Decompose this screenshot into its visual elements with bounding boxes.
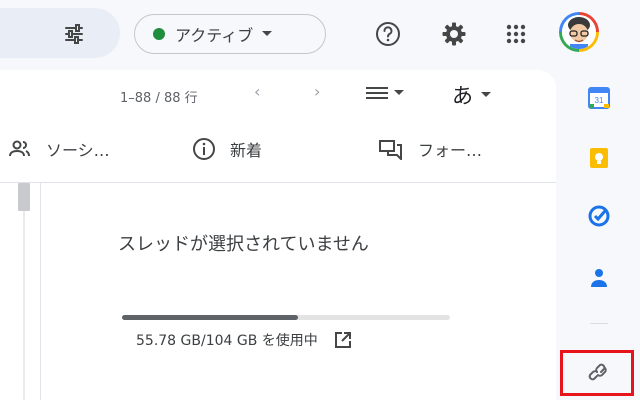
tab-forums-label: フォー… — [418, 141, 483, 160]
split-pane-toggle[interactable] — [366, 86, 404, 100]
tab-updates[interactable]: 新着 — [192, 137, 262, 161]
newer-button[interactable]: › — [314, 82, 320, 101]
calendar-day: 31 — [595, 96, 604, 105]
forum-icon — [379, 140, 402, 160]
tab-social-label: ソーシ… — [46, 141, 110, 160]
contacts-app-button[interactable] — [584, 263, 614, 293]
no-thread-selected-message: スレッドが選択されていません — [118, 234, 369, 255]
split-pane-icon — [366, 87, 388, 99]
storage-usage-label: 55.78 GB/104 GB を使用中 — [136, 333, 318, 349]
account-avatar[interactable] — [559, 12, 599, 52]
status-label: アクティブ — [175, 26, 254, 45]
tabs-divider — [0, 182, 556, 183]
help-button[interactable] — [370, 16, 406, 52]
chevron-down-icon — [262, 31, 273, 36]
tab-social[interactable]: ソーシ… — [8, 137, 110, 161]
chevron-down-icon — [394, 90, 404, 95]
scrollbar-track[interactable] — [23, 211, 25, 400]
status-dot — [153, 28, 165, 40]
tasks-app-button[interactable] — [584, 201, 614, 231]
tasks-icon — [588, 205, 610, 227]
calendar-icon: 31 — [588, 87, 610, 109]
apps-grid-icon — [506, 24, 526, 44]
tab-forums[interactable]: フォー… — [378, 137, 482, 161]
info-icon — [193, 138, 215, 160]
status-dropdown[interactable]: アクティブ — [134, 14, 326, 54]
filter-icon — [65, 24, 83, 44]
keep-app-button[interactable] — [584, 143, 614, 173]
scrollbar-thumb[interactable] — [18, 183, 30, 211]
people-icon — [9, 140, 30, 157]
storage-bar-fill — [122, 315, 298, 320]
older-button[interactable]: ‹ — [254, 82, 260, 101]
search-options-button[interactable] — [58, 20, 90, 48]
avatar — [562, 15, 596, 49]
message-list-column — [0, 183, 41, 400]
open-in-new-icon[interactable] — [334, 331, 352, 349]
settings-icon — [442, 22, 466, 46]
input-tools-button[interactable]: あ — [452, 80, 491, 110]
chevron-down-icon — [481, 92, 491, 97]
apps-button[interactable] — [498, 16, 534, 52]
settings-button[interactable] — [436, 16, 472, 52]
pagination-label: 1–88 / 88 行 — [120, 91, 198, 106]
input-tools-label: あ — [452, 84, 473, 108]
help-icon — [376, 22, 400, 46]
keep-icon — [590, 148, 608, 168]
calendar-app-button[interactable]: 31 — [584, 83, 614, 113]
highlight-box — [560, 350, 634, 396]
contacts-icon — [591, 269, 607, 287]
storage-usage: 55.78 GB/104 GB を使用中 — [136, 330, 352, 350]
side-panel-divider — [590, 323, 608, 324]
tab-updates-label: 新着 — [230, 141, 263, 160]
